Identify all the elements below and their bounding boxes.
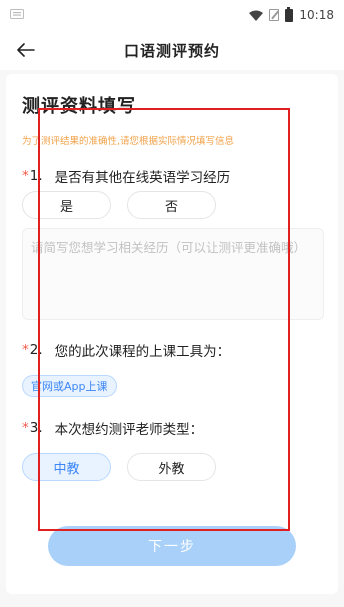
notification-icon [10,8,24,22]
form-title: 测评资料填写 [22,96,136,117]
question-1: * 1. 是否有其他在线英语学习经历 [22,166,230,186]
question-label: 是否有其他在线英语学习经历 [54,170,231,186]
required-mark: * [22,342,29,358]
option-chinese-teacher[interactable]: 中教 [22,453,111,481]
question-label: 您的此次课程的上课工具为： [54,344,231,360]
status-time: 10:18 [299,8,334,22]
required-mark: * [22,168,29,184]
status-bar: 10:18 [0,0,344,30]
option-foreign-teacher[interactable]: 外教 [127,453,216,481]
battery-icon [285,6,294,22]
nav-bar: 口语测评预约 [0,30,344,70]
page-title: 口语测评预约 [123,41,220,60]
class-tool-tag[interactable]: 官网或App上课 [22,375,117,397]
experience-textarea[interactable] [22,228,324,320]
required-mark: * [22,420,29,436]
arrow-left-icon [17,43,35,57]
option-yes[interactable]: 是 [22,191,111,219]
question-number: 2. [29,342,43,358]
no-sim-icon [269,9,280,21]
question-number: 1. [29,168,43,184]
question-label: 本次想约测评老师类型： [54,422,204,438]
back-button[interactable] [12,38,40,62]
question-2: * 2. 您的此次课程的上课工具为： [22,340,230,360]
form-card: 测评资料填写 为了测评结果的准确性,请您根据实际情况填写信息 * 1. 是否有其… [6,74,338,594]
next-button[interactable]: 下一步 [48,526,296,566]
app-screen: 10:18 口语测评预约 测评资料填写 为了测评结果的准确性,请您根据实际情况填… [0,0,344,607]
wifi-icon [249,10,264,21]
question-3: * 3. 本次想约测评老师类型： [22,418,203,438]
question-number: 3. [29,420,43,436]
form-hint: 为了测评结果的准确性,请您根据实际情况填写信息 [22,136,235,147]
status-icons: 10:18 [249,6,334,22]
option-no[interactable]: 否 [127,191,216,219]
